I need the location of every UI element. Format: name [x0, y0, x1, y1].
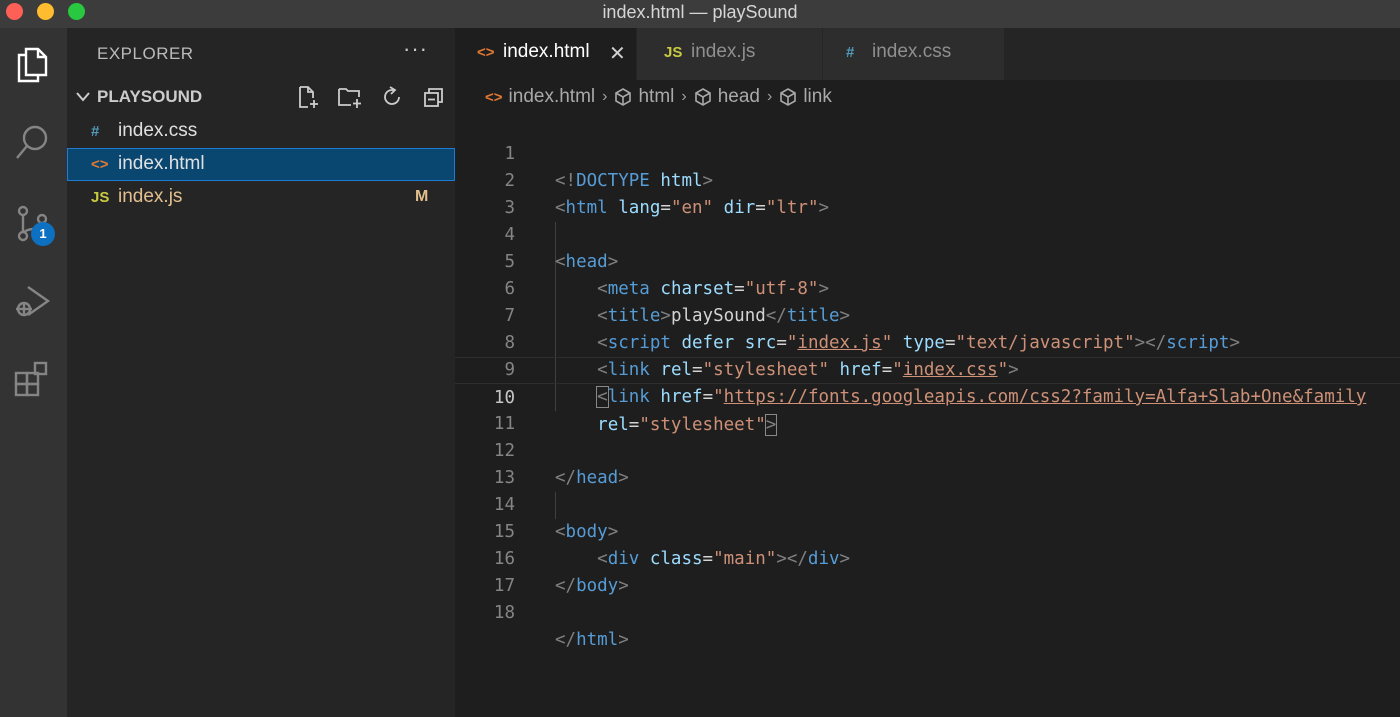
code-line: 12 </head> [455, 411, 1400, 488]
more-actions-icon[interactable]: ··· [403, 36, 428, 62]
search-icon[interactable] [9, 120, 55, 166]
file-label: index.html [118, 153, 205, 174]
window-title: index.html — playSound [602, 2, 798, 22]
css-file-icon: # [846, 44, 855, 61]
css-file-icon: # [91, 123, 100, 140]
code-line: 1 <!DOCTYPE html> [455, 114, 1400, 191]
chevron-down-icon [76, 92, 90, 102]
breadcrumb-label: html [638, 86, 675, 107]
line-number: 18 [493, 603, 515, 623]
code-line: 5 <meta charset="utf-8"> [455, 222, 1400, 299]
tab-index-js[interactable]: JS index.js [637, 28, 823, 80]
extensions-icon[interactable] [9, 356, 55, 402]
breadcrumb-item-link[interactable]: link [779, 86, 832, 108]
tab-bar: <> index.html ✕ JS index.js # index.css [455, 28, 1400, 80]
code-line: 7 <script defer src="index.js" type="tex… [455, 276, 1400, 353]
new-folder-icon[interactable] [337, 84, 363, 110]
html-file-icon: <> [485, 88, 503, 106]
file-label: index.js [118, 186, 183, 207]
breadcrumb-label: index.html [508, 86, 596, 107]
title-bar: index.html — playSound [0, 0, 1400, 28]
js-file-icon: JS [91, 189, 110, 206]
code-line: 17 [455, 546, 1400, 596]
modified-status: M [415, 188, 429, 205]
explorer-header: EXPLORER [97, 44, 194, 63]
code-editor[interactable]: 1 <!DOCTYPE html> 2 <html lang="en" dir=… [455, 114, 1400, 717]
code-line: 15 <div class="main"></div> [455, 492, 1400, 569]
tab-label: index.css [872, 41, 952, 62]
breadcrumb-label: link [803, 86, 832, 107]
code-line: 9 <link href="https://fonts.googleapis.c… [455, 330, 1400, 408]
close-icon[interactable]: ✕ [609, 41, 626, 66]
activity-bar: 1 [0, 28, 67, 717]
tab-label: index.html [503, 41, 590, 62]
html-file-icon: <> [91, 156, 109, 173]
file-item-index-html[interactable]: <> index.html [67, 148, 455, 181]
html-file-icon: <> [477, 44, 495, 61]
new-file-icon[interactable] [295, 84, 321, 110]
breadcrumb-separator: › [602, 88, 608, 105]
code-line: 16 </body> [455, 519, 1400, 596]
breadcrumb-separator: › [766, 88, 773, 105]
breadcrumb-item-head[interactable]: head [694, 86, 760, 108]
code-line: 2 <html lang="en" dir="ltr"> [455, 141, 1400, 218]
element-icon [780, 88, 797, 106]
code-line: 13 [455, 438, 1400, 488]
editor-area: <> index.html ✕ JS index.js # index.css … [455, 28, 1400, 717]
element-icon [694, 88, 711, 106]
breadcrumb-separator: › [681, 88, 687, 105]
file-item-index-js[interactable]: JS index.js M [67, 181, 455, 214]
breadcrumb: <> index.html › html › head › link [455, 80, 1400, 114]
breadcrumb-item-file[interactable]: <> index.html [485, 86, 595, 108]
code-line: 6 <title>playSound</title> [455, 249, 1400, 326]
code-line: 18 </html> [455, 573, 1400, 650]
folder-playsound[interactable]: PLAYSOUND [67, 82, 455, 112]
breadcrumb-label: head [717, 86, 760, 107]
code-line: 8 <link rel="stylesheet" href="index.css… [455, 303, 1400, 380]
element-icon [615, 88, 632, 106]
source-control-badge: 1 [31, 222, 55, 246]
breadcrumb-item-html[interactable]: html [614, 86, 674, 108]
code-line: 11 [455, 384, 1400, 434]
close-window-button[interactable] [6, 3, 23, 20]
minimize-window-button[interactable] [37, 3, 54, 20]
tab-index-css[interactable]: # index.css [823, 28, 1005, 80]
code-line: 4 <head> [455, 195, 1400, 272]
tab-index-html[interactable]: <> index.html ✕ [455, 28, 637, 80]
collapse-all-icon[interactable] [421, 84, 447, 110]
file-item-index-css[interactable]: # index.css [67, 115, 455, 148]
code-line: 3 [455, 168, 1400, 218]
maximize-window-button[interactable] [68, 3, 85, 20]
tab-label: index.js [691, 41, 756, 62]
code-line: 14 <body> [455, 465, 1400, 542]
refresh-icon[interactable] [379, 84, 405, 110]
explorer-sidebar: EXPLORER ··· PLAYSOUND # index.css <> in… [67, 28, 455, 717]
folder-name: PLAYSOUND [97, 87, 203, 106]
code-line-current: 10 rel="stylesheet"> [455, 357, 1400, 436]
file-label: index.css [118, 120, 198, 141]
js-file-icon: JS [664, 44, 683, 61]
files-icon[interactable] [9, 40, 55, 86]
run-debug-icon[interactable] [9, 278, 55, 324]
